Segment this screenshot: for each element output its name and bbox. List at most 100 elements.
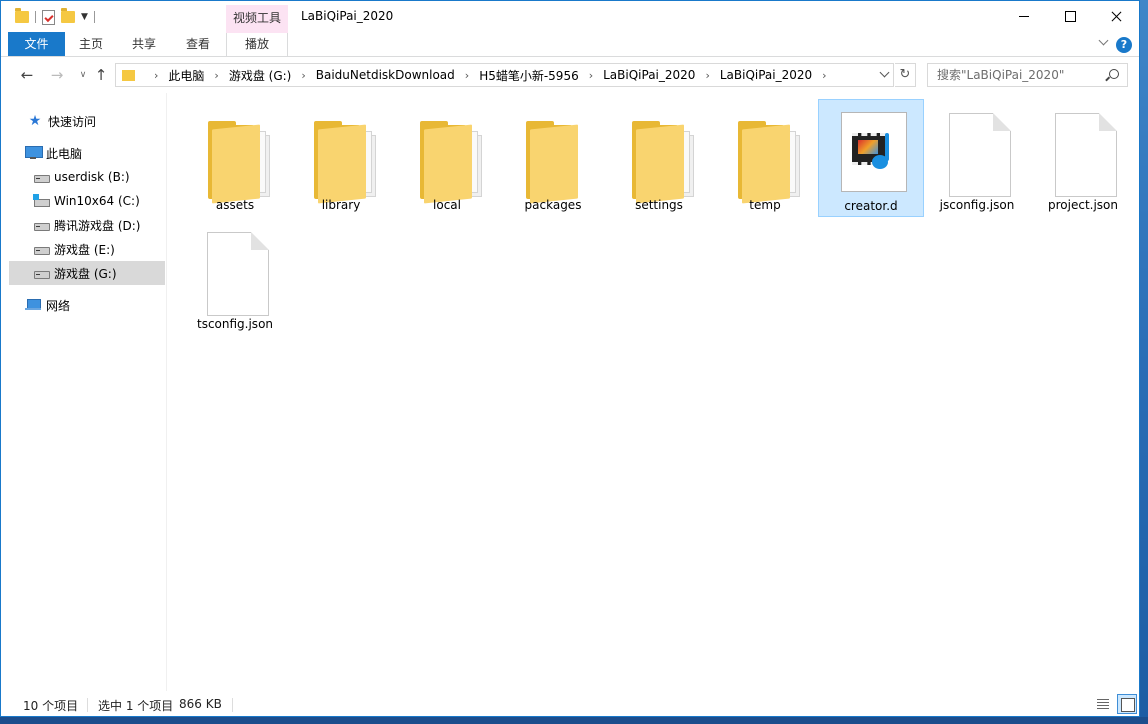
tab-play[interactable]: 播放 — [226, 33, 288, 56]
folder-icon — [413, 107, 482, 204]
file-name: creator.d — [844, 199, 898, 213]
navigation-bar: ← → ∨ ↑ › 此电脑 › 游戏盘 (G:) › BaiduNetdiskD… — [1, 57, 1139, 93]
star-icon: ★ — [28, 113, 42, 129]
tab-file[interactable]: 文件 — [8, 32, 65, 56]
maximize-button[interactable] — [1047, 1, 1093, 31]
status-divider — [87, 698, 88, 712]
selected-size: 866 KB — [179, 697, 222, 711]
folder-icon — [625, 107, 694, 204]
title-bar: ▼ 视频工具 LaBiQiPai_2020 — [1, 1, 1139, 33]
breadcrumb-separator-icon[interactable]: › — [465, 69, 469, 82]
file-name: settings — [635, 198, 683, 212]
address-bar[interactable]: › 此电脑 › 游戏盘 (G:) › BaiduNetdiskDownload … — [115, 63, 894, 87]
nav-drive-d[interactable]: 腾讯游戏盘 (D:) — [9, 213, 165, 237]
status-bar: 10 个项目 选中 1 个项目 866 KB — [1, 691, 1139, 716]
breadcrumb-separator-icon[interactable]: › — [301, 69, 305, 82]
up-arrow-icon[interactable]: ↑ — [92, 66, 110, 84]
tab-home[interactable]: 主页 — [65, 33, 117, 56]
search-box — [927, 63, 1128, 87]
nav-drive-b[interactable]: userdisk (B:) — [9, 165, 165, 189]
folder-icon — [731, 107, 800, 204]
nav-item-label: 此电脑 — [46, 146, 83, 161]
tab-share[interactable]: 共享 — [117, 33, 171, 56]
drive-icon — [33, 242, 50, 256]
file-name: temp — [749, 198, 781, 212]
folder-item-assets[interactable]: assets — [182, 99, 288, 217]
back-arrow-icon[interactable]: ← — [18, 66, 36, 84]
document-icon — [1049, 107, 1117, 197]
recent-locations-chevron-icon[interactable]: ∨ — [74, 66, 92, 84]
forward-arrow-icon[interactable]: → — [48, 66, 66, 84]
breadcrumb-h5[interactable]: H5蜡笔小新-5956 — [479, 67, 579, 84]
file-item-tsconfig[interactable]: tsconfig.json — [182, 218, 288, 336]
file-name: assets — [215, 198, 255, 212]
file-list: assets library local packages settings t… — [168, 93, 1131, 691]
document-icon — [201, 226, 269, 316]
new-folder-button[interactable] — [61, 8, 75, 23]
nav-network[interactable]: 网络 — [9, 293, 165, 317]
folder-icon — [307, 107, 376, 204]
window-title: LaBiQiPai_2020 — [301, 9, 394, 23]
folder-item-packages[interactable]: packages — [500, 99, 606, 217]
toolbar-divider — [35, 11, 36, 23]
windows-drive-icon — [33, 194, 50, 208]
breadcrumb-separator-icon[interactable]: › — [822, 69, 826, 82]
folder-item-local[interactable]: local — [394, 99, 500, 217]
breadcrumb-drive-g[interactable]: 游戏盘 (G:) — [229, 67, 292, 84]
customize-toolbar-dropdown-icon[interactable]: ▼ — [81, 12, 88, 22]
file-item-project[interactable]: project.json — [1030, 99, 1136, 217]
breadcrumb-this-pc[interactable]: 此电脑 — [168, 67, 204, 84]
computer-icon — [25, 146, 43, 160]
network-icon — [25, 298, 41, 312]
breadcrumb-baidunetdisk[interactable]: BaiduNetdiskDownload — [316, 68, 455, 82]
nav-item-label: 游戏盘 (E:) — [54, 242, 115, 257]
breadcrumb-separator-icon[interactable]: › — [214, 69, 218, 82]
file-item-creator-d[interactable]: creator.d — [818, 99, 924, 217]
file-name: jsconfig.json — [939, 198, 1015, 212]
folder-item-temp[interactable]: temp — [712, 99, 818, 217]
breadcrumb-labiqipai-parent[interactable]: LaBiQiPai_2020 — [603, 68, 695, 82]
drive-icon — [33, 266, 50, 280]
close-button[interactable] — [1093, 1, 1139, 31]
nav-item-label: Win10x64 (C:) — [54, 194, 140, 208]
drive-icon — [33, 218, 50, 232]
nav-drive-g[interactable]: 游戏盘 (G:) — [9, 261, 165, 285]
details-view-icon[interactable] — [1095, 696, 1111, 712]
tab-view[interactable]: 查看 — [171, 33, 225, 56]
folder-icon — [201, 107, 270, 204]
desktop-background-edge — [1140, 0, 1148, 724]
file-item-jsconfig[interactable]: jsconfig.json — [924, 99, 1030, 217]
ribbon-tabs: 文件 主页 共享 查看 播放 ? — [1, 32, 1139, 57]
folder-icon — [122, 70, 135, 81]
item-count: 10 个项目 — [23, 699, 79, 713]
breadcrumb-separator-icon[interactable]: › — [705, 69, 709, 82]
desktop-background-edge — [0, 717, 1148, 724]
file-name: packages — [524, 198, 582, 212]
nav-drive-e[interactable]: 游戏盘 (E:) — [9, 237, 165, 261]
nav-item-label: 网络 — [46, 298, 71, 313]
selected-count: 选中 1 个项目 — [98, 699, 174, 713]
nav-drive-c[interactable]: Win10x64 (C:) — [9, 189, 165, 213]
nav-this-pc[interactable]: 此电脑 — [9, 141, 165, 165]
properties-button[interactable] — [42, 9, 55, 25]
folder-item-library[interactable]: library — [288, 99, 394, 217]
nav-item-label: 游戏盘 (G:) — [54, 266, 117, 281]
minimize-button[interactable] — [1001, 1, 1047, 31]
folder-item-settings[interactable]: settings — [606, 99, 712, 217]
caption-buttons — [1001, 1, 1139, 31]
status-divider — [232, 698, 233, 712]
nav-item-label: 快速访问 — [48, 114, 97, 129]
address-history-dropdown-icon[interactable] — [879, 67, 891, 81]
folder-icon — [519, 107, 587, 204]
help-icon[interactable]: ? — [1116, 37, 1132, 53]
refresh-icon[interactable]: ↻ — [895, 63, 916, 87]
breadcrumb-separator-icon[interactable]: › — [589, 69, 593, 82]
breadcrumb-separator-icon[interactable]: › — [154, 69, 158, 82]
large-icons-view-icon[interactable] — [1117, 694, 1137, 714]
nav-quick-access[interactable]: ★ 快速访问 — [9, 109, 165, 133]
search-input[interactable] — [928, 64, 1103, 86]
expand-ribbon-chevron-icon[interactable] — [1099, 37, 1109, 47]
breadcrumb-labiqipai-current[interactable]: LaBiQiPai_2020 — [720, 68, 812, 82]
search-icon[interactable] — [1109, 69, 1119, 79]
drive-icon — [33, 170, 50, 184]
